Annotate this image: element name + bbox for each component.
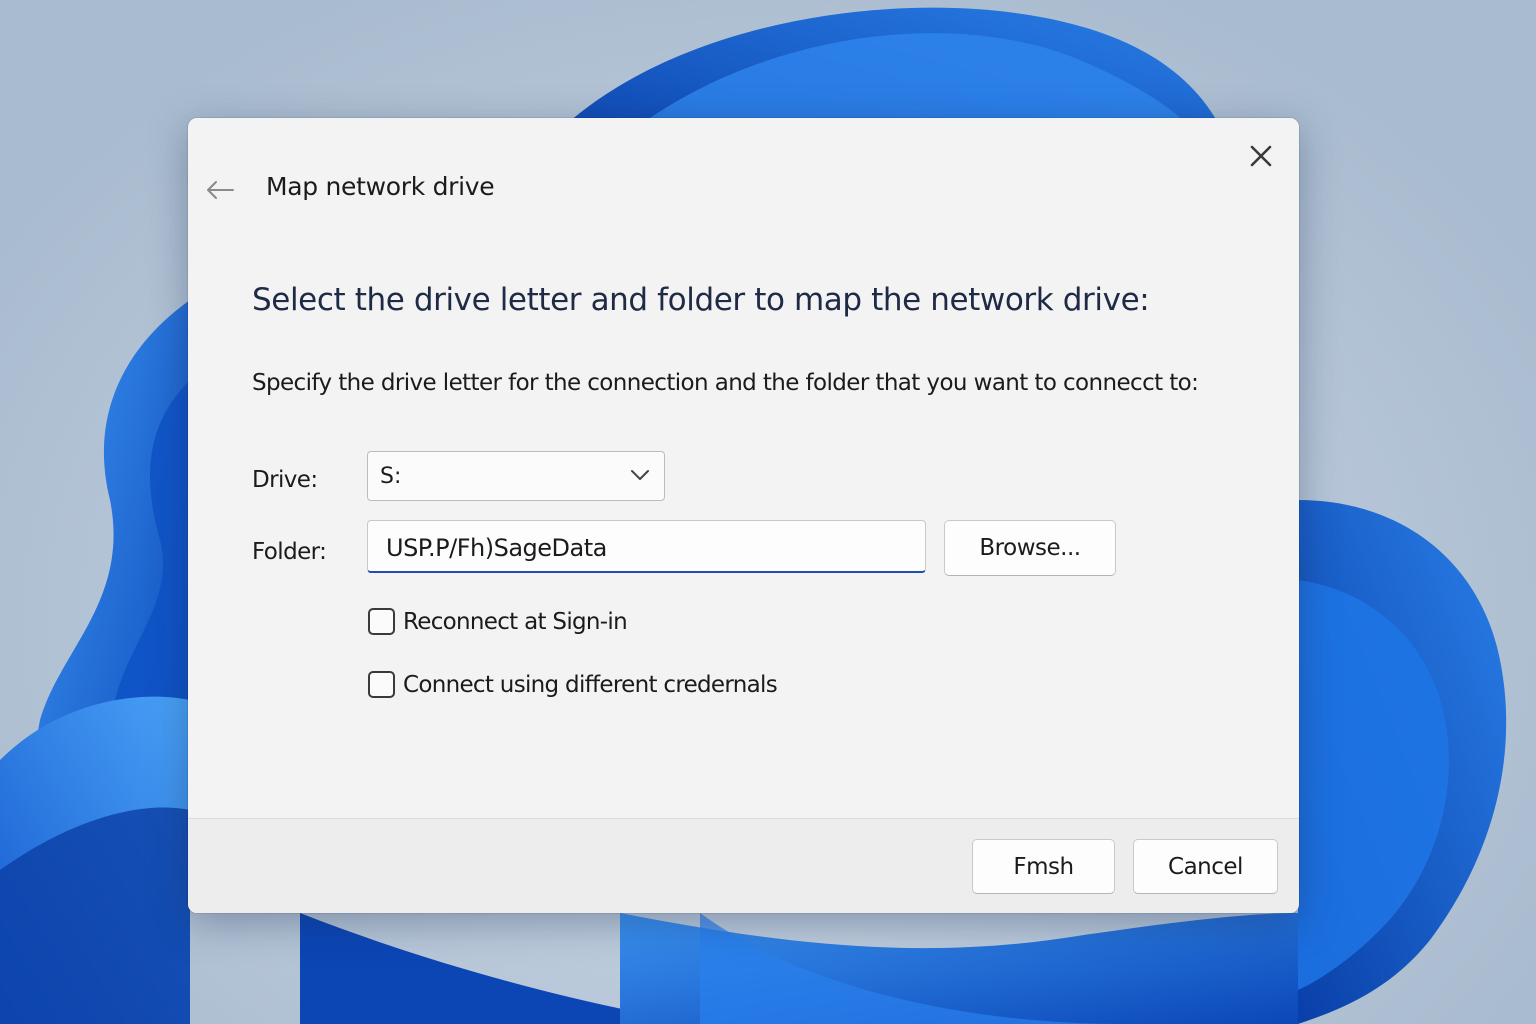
back-button[interactable] xyxy=(202,172,238,208)
instructions-text: Specify the drive letter for the connect… xyxy=(252,370,1199,396)
folder-input[interactable]: USP.P/Fh)SageData xyxy=(367,520,926,573)
reconnect-checkbox-row[interactable]: Reconnect at Sign-in xyxy=(368,608,628,635)
credentials-checkbox-row[interactable]: Connect using different credernals xyxy=(368,671,778,698)
arrow-left-icon xyxy=(207,181,234,199)
credentials-checkbox[interactable] xyxy=(368,671,395,698)
folder-input-value: USP.P/Fh)SageData xyxy=(386,534,607,562)
close-button[interactable] xyxy=(1241,138,1281,174)
finish-button[interactable]: Fmsh xyxy=(972,839,1115,894)
credentials-checkbox-label: Connect using different credernals xyxy=(403,671,778,698)
chevron-down-icon xyxy=(631,470,649,480)
reconnect-checkbox-label: Reconnect at Sign-in xyxy=(403,608,628,635)
drive-select-value: S: xyxy=(380,464,402,489)
browse-button[interactable]: Browse... xyxy=(944,520,1116,576)
map-network-drive-dialog: Map network drive Select the drive lette… xyxy=(188,118,1299,913)
reconnect-checkbox[interactable] xyxy=(368,608,395,635)
dialog-title: Map network drive xyxy=(266,172,495,201)
drive-label: Drive: xyxy=(252,467,318,493)
close-icon xyxy=(1250,145,1272,167)
cancel-button[interactable]: Cancel xyxy=(1133,839,1278,894)
folder-label: Folder: xyxy=(252,539,327,565)
drive-select[interactable]: S: xyxy=(367,451,665,501)
dialog-heading: Select the drive letter and folder to ma… xyxy=(252,282,1150,318)
